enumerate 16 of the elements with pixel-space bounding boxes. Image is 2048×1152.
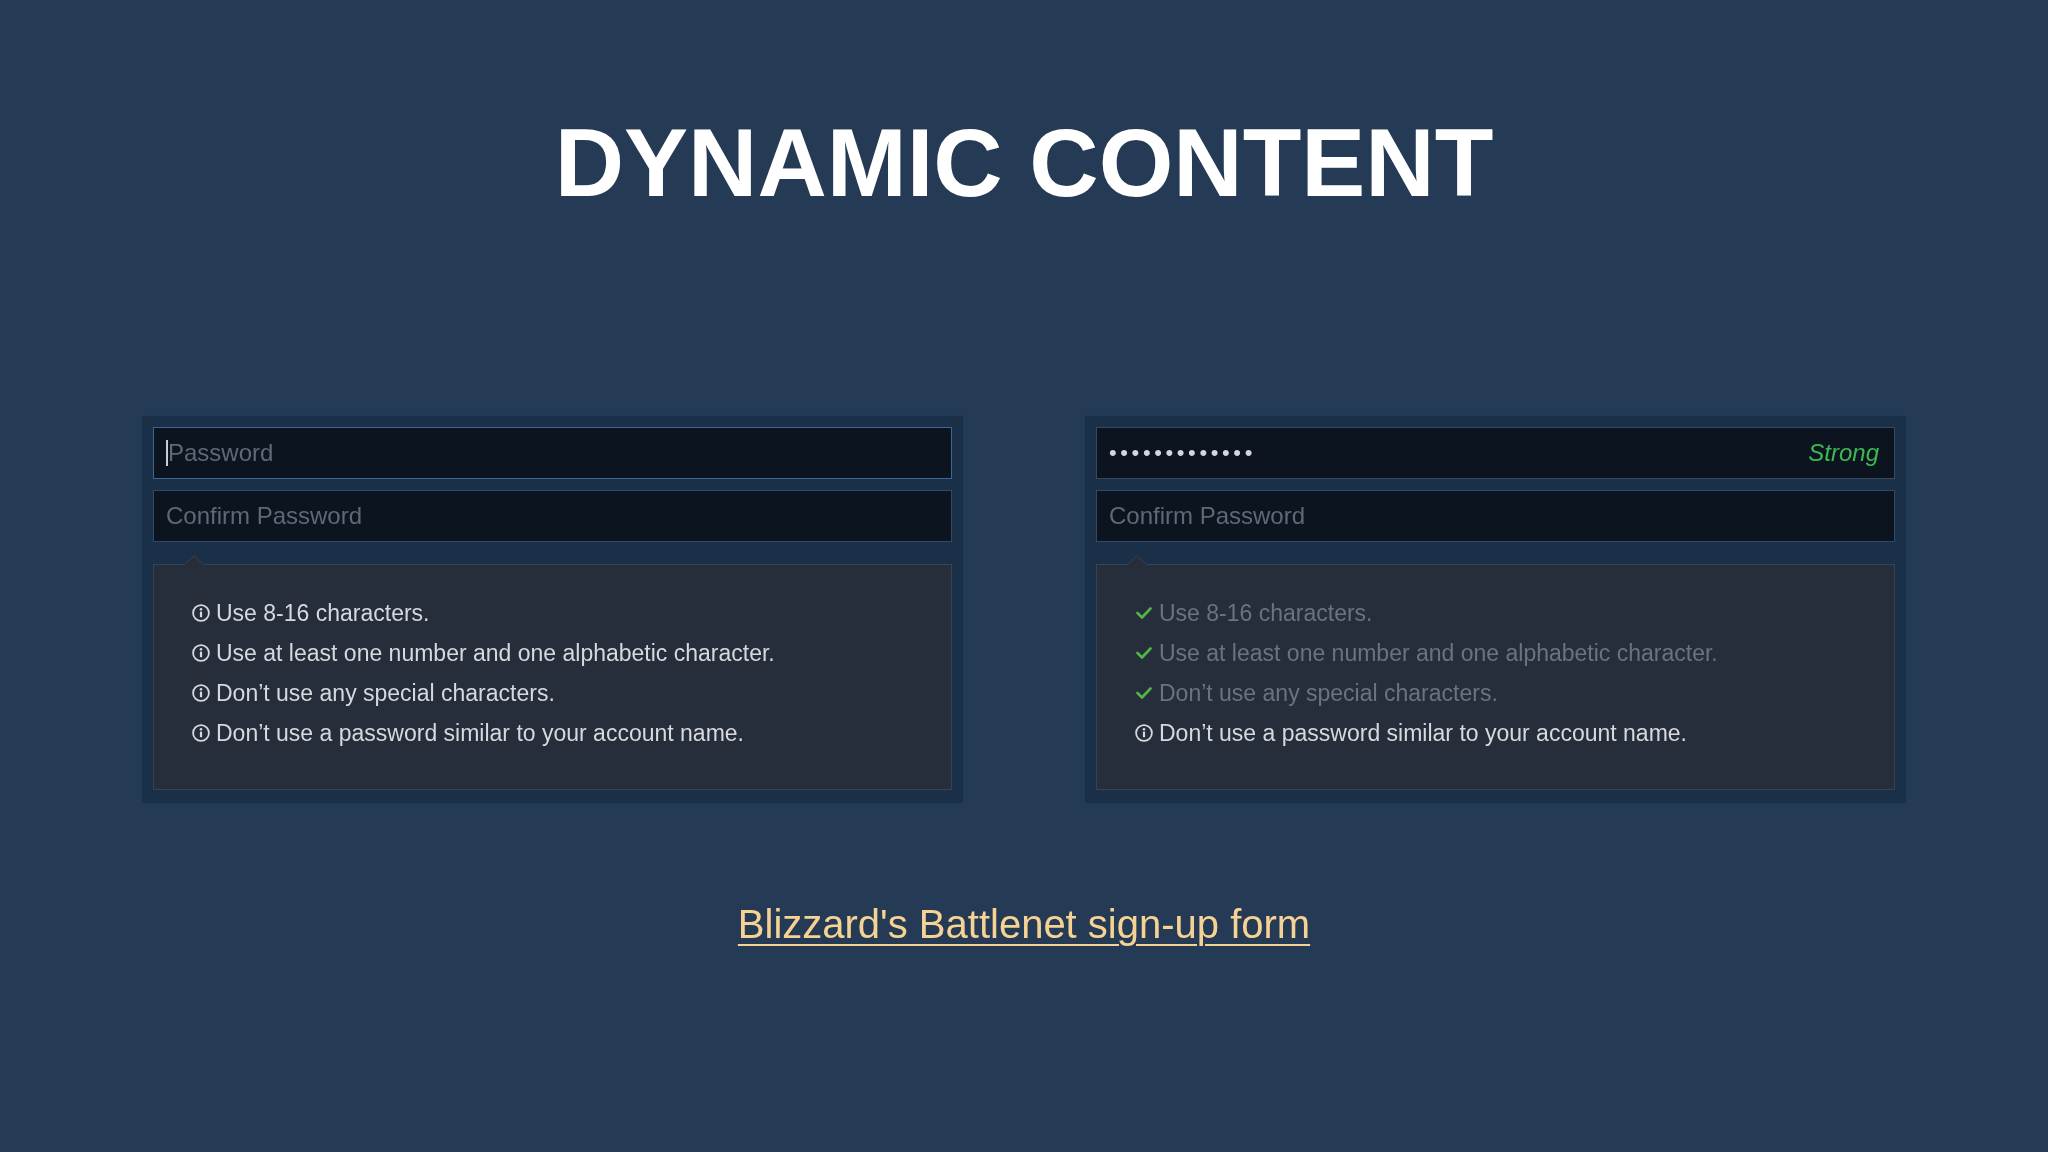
source-link[interactable]: Blizzard's Battlenet sign-up form	[737, 900, 1311, 948]
password-field[interactable]: ••••••••••••• Strong	[1096, 427, 1895, 479]
requirement-text: Use at least one number and one alphabetic character.	[216, 641, 775, 665]
requirement-text: Don’t use any special characters.	[1159, 681, 1498, 705]
confirm-password-field[interactable]: Confirm Password	[153, 490, 952, 542]
slide-title: DYNAMIC CONTENT	[554, 108, 1494, 218]
requirement-text: Use 8-16 characters.	[1159, 601, 1373, 625]
text-cursor-icon	[166, 440, 168, 466]
requirement-text: Use 8-16 characters.	[216, 601, 430, 625]
requirement-text: Don’t use any special characters.	[216, 681, 555, 705]
requirement-text: Don’t use a password similar to your account name.	[1159, 721, 1687, 745]
strength-label: Strong	[1808, 441, 1880, 465]
requirement-text: Use at least one number and one alphabetic character.	[1159, 641, 1718, 665]
password-field[interactable]: Password	[153, 427, 952, 479]
confirm-password-field[interactable]: Confirm Password	[1096, 490, 1895, 542]
requirement-text: Don’t use a password similar to your account name.	[216, 721, 744, 745]
